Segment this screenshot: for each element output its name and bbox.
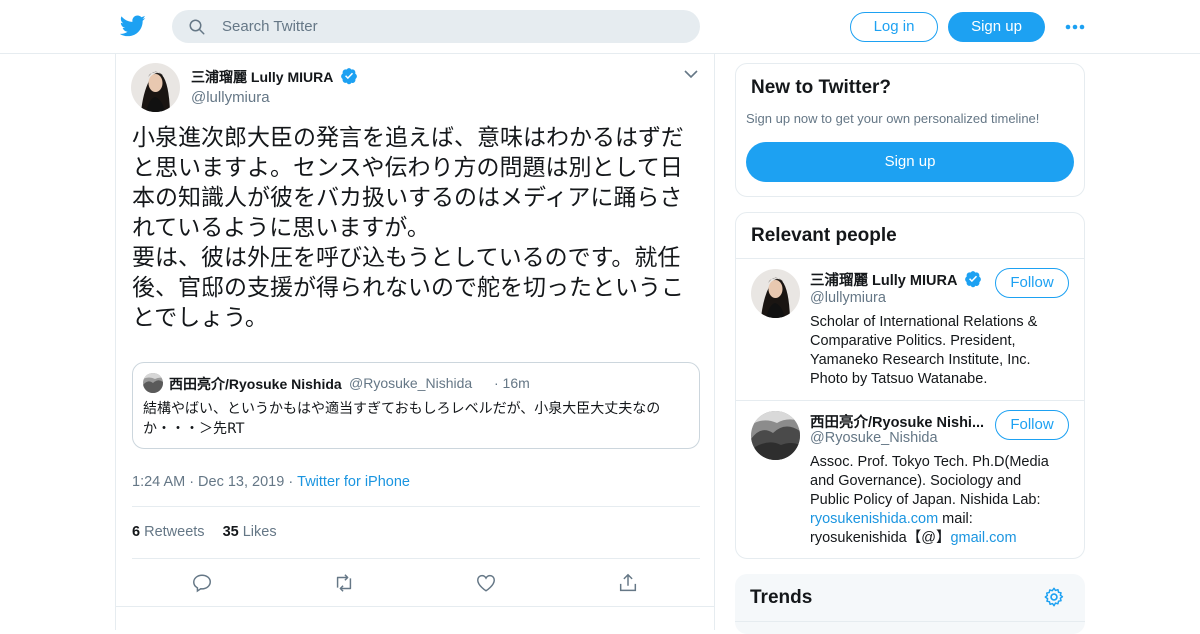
avatar[interactable] xyxy=(131,63,180,112)
likes-count: 35 xyxy=(222,524,239,540)
person-bio: Assoc. Prof. Tokyo Tech. Ph.D(Media and … xyxy=(810,453,1060,548)
tweet-metadata: 1:24 AM · Dec 13, 2019 · Twitter for iPhone xyxy=(132,474,410,490)
trends-card: Trends xyxy=(735,574,1085,634)
card-title: Trends xyxy=(750,587,813,608)
verified-icon xyxy=(340,68,357,85)
quoted-tweet[interactable]: 西田亮介/Ryosuke Nishida @Ryosuke_Nishida · … xyxy=(132,362,700,449)
separator-dot: · xyxy=(189,474,195,490)
tweet-date[interactable]: Dec 13, 2019 xyxy=(198,474,284,490)
signup-button[interactable]: Sign up xyxy=(948,12,1045,42)
more-dots-icon[interactable] xyxy=(1064,18,1086,36)
person-handle[interactable]: @Ryosuke_Nishida xyxy=(810,430,938,446)
divider xyxy=(116,606,714,607)
author-handle[interactable]: @lullymiura xyxy=(191,89,270,106)
card-subtitle: Sign up now to get your own personalized… xyxy=(746,111,1040,126)
retweet-icon[interactable] xyxy=(333,572,355,594)
divider xyxy=(132,506,700,507)
person-name[interactable]: 西田亮介/Ryosuke Nishi... xyxy=(810,411,984,432)
bio-text: Assoc. Prof. Tokyo Tech. Ph.D(Media and … xyxy=(810,454,1049,508)
tweet-detail: 三浦瑠麗 Lully MIURA @lullymiura 小泉進次郎大臣の発言を… xyxy=(115,54,715,630)
search-box[interactable] xyxy=(172,10,700,43)
retweets-count: 6 xyxy=(132,524,141,540)
person-name[interactable]: 三浦瑠麗 Lully MIURA xyxy=(810,269,982,290)
author-name-text: 三浦瑠麗 Lully MIURA xyxy=(191,69,333,85)
bio-link[interactable]: ryosukenishida.com xyxy=(810,511,938,527)
new-to-twitter-card: New to Twitter? Sign up now to get your … xyxy=(735,63,1085,197)
author-avatar-image xyxy=(131,63,180,112)
relevant-people-card: Relevant people 三浦瑠麗 Lully MIURA @lullym… xyxy=(735,212,1085,559)
person-name-text: 三浦瑠麗 Lully MIURA xyxy=(810,273,957,289)
reply-icon[interactable] xyxy=(191,572,213,594)
divider xyxy=(132,558,700,559)
separator-dot: · xyxy=(288,474,294,490)
bio-link[interactable]: gmail.com xyxy=(950,530,1016,546)
divider xyxy=(735,621,1085,622)
search-input[interactable] xyxy=(222,10,682,43)
avatar[interactable] xyxy=(751,269,800,318)
verified-icon xyxy=(965,271,981,288)
card-title: New to Twitter? xyxy=(751,77,892,98)
person-bio: Scholar of International Relations & Com… xyxy=(810,314,1038,387)
likes-label: Likes xyxy=(242,524,277,540)
tweet-time[interactable]: 1:24 AM xyxy=(132,474,185,490)
divider xyxy=(736,258,1084,259)
likes-stat[interactable]: 35 Likes xyxy=(223,524,277,540)
top-navigation-bar: Log in Sign up xyxy=(0,0,1200,54)
gear-icon[interactable] xyxy=(1043,586,1065,608)
search-icon xyxy=(189,19,205,35)
retweets-label: Retweets xyxy=(144,524,205,540)
avatar[interactable] xyxy=(751,411,800,460)
share-icon[interactable] xyxy=(617,572,639,594)
quote-author-handle: @Ryosuke_Nishida xyxy=(349,375,473,391)
tweet-source-link[interactable]: Twitter for iPhone xyxy=(297,474,410,490)
retweets-stat[interactable]: 6 Retweets xyxy=(132,524,205,540)
quote-text: 結構やばい、というかもはや適当すぎておもしろレベルだが、小泉大臣大丈夫なのか・・… xyxy=(143,401,661,437)
follow-button[interactable]: Follow xyxy=(995,410,1069,440)
login-button[interactable]: Log in xyxy=(850,12,938,42)
tweet-text: 小泉進次郎大臣の発言を追えば、意味はわかるはずだと思いますよ。センスや伝わり方の… xyxy=(132,125,684,331)
like-icon[interactable] xyxy=(475,572,497,594)
author-name[interactable]: 三浦瑠麗 Lully MIURA xyxy=(191,67,358,87)
tweet-stats: 6 Retweets 35 Likes xyxy=(132,524,277,540)
follow-button[interactable]: Follow xyxy=(995,268,1069,298)
twitter-bird-icon[interactable] xyxy=(120,13,146,39)
quote-avatar xyxy=(143,373,163,393)
quote-author-name: 西田亮介/Ryosuke Nishida xyxy=(169,376,342,392)
quote-timestamp: · 16m xyxy=(494,375,530,391)
card-title: Relevant people xyxy=(751,225,897,246)
divider xyxy=(736,400,1084,401)
person-handle[interactable]: @lullymiura xyxy=(810,290,886,306)
signup-button-large[interactable]: Sign up xyxy=(746,142,1074,182)
chevron-down-icon[interactable] xyxy=(683,68,699,80)
